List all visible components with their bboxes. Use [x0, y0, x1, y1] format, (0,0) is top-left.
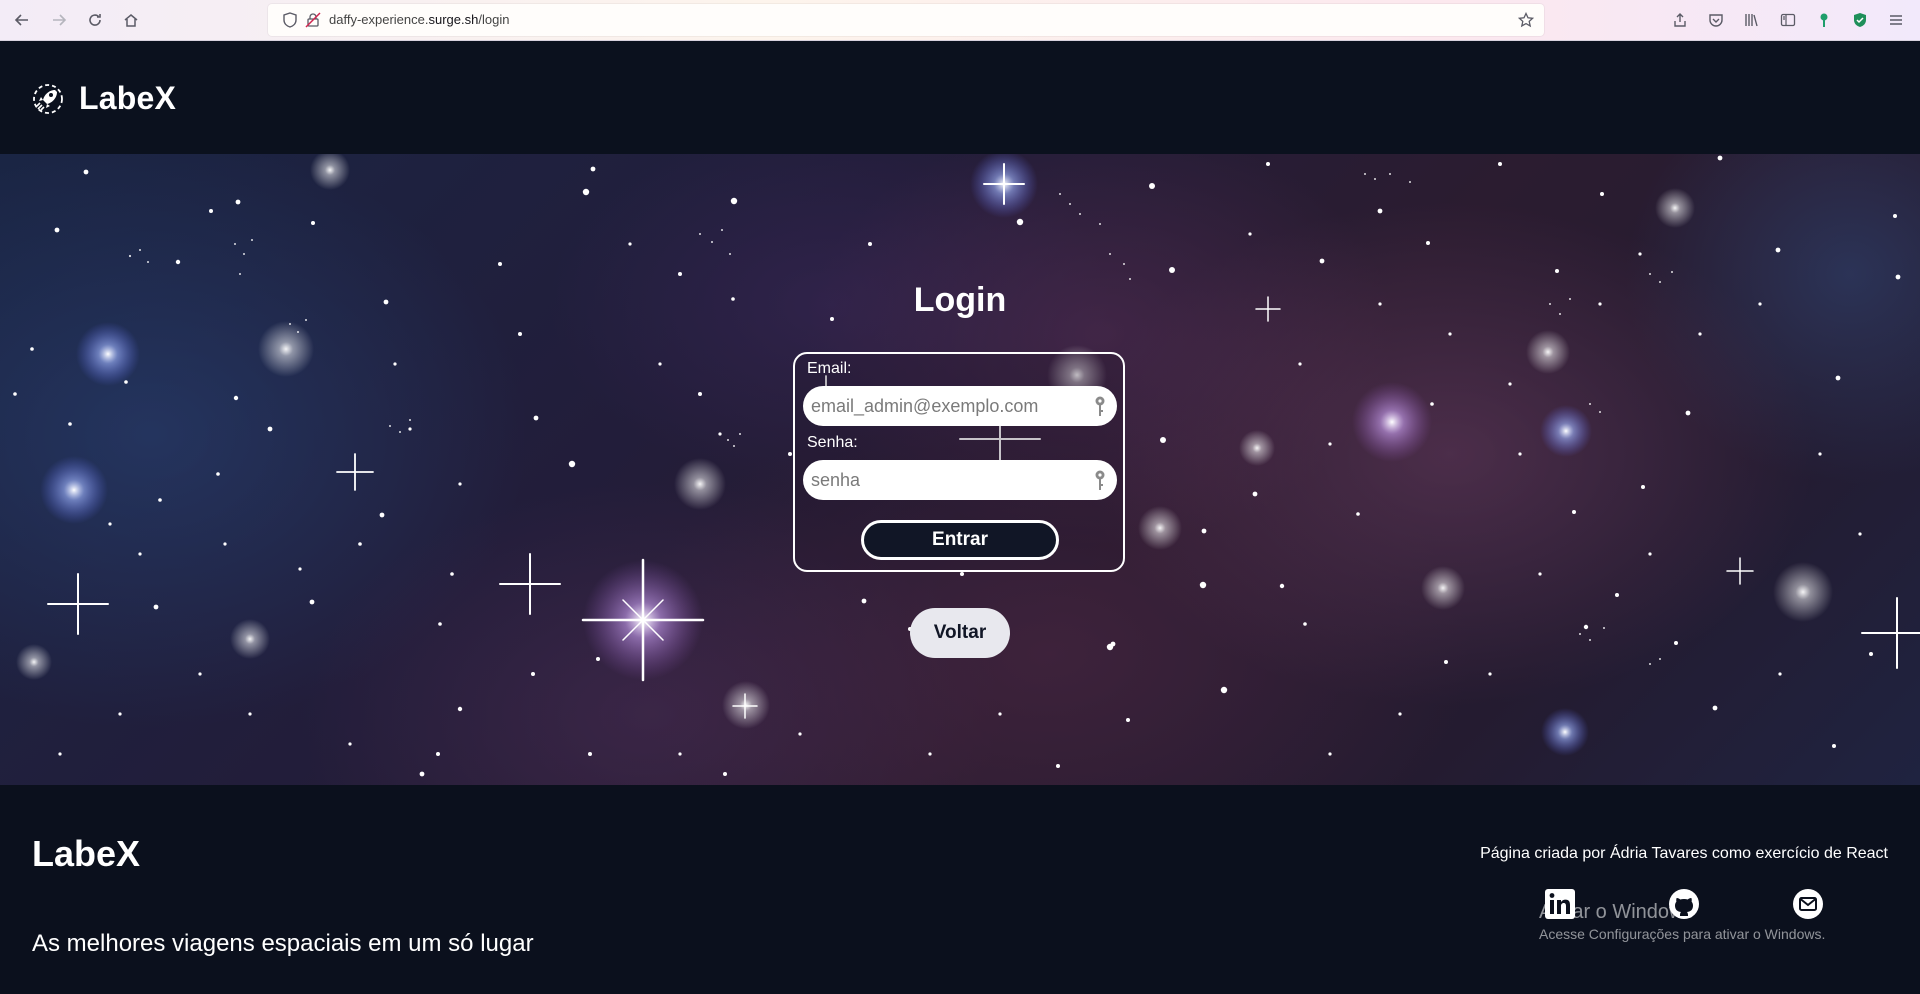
home-button[interactable] — [119, 8, 143, 32]
logo[interactable]: LabeX — [31, 80, 176, 117]
email-field[interactable] — [811, 386, 1081, 426]
url-host: surge.sh — [428, 12, 479, 27]
login-section: Login Email: Senha: Entrar Voltar — [0, 154, 1920, 785]
sidebar-button[interactable] — [1776, 8, 1800, 32]
reload-icon — [89, 14, 101, 26]
linkedin-icon — [1545, 889, 1575, 919]
url-path: /login — [478, 12, 510, 27]
share-icon — [1674, 13, 1686, 27]
sidebar-icon — [1780, 13, 1796, 27]
login-form: Email: Senha: Entrar — [793, 352, 1125, 572]
login-submit-button[interactable]: Entrar — [861, 520, 1059, 560]
password-field[interactable] — [811, 460, 1081, 500]
site-footer: LabeX As melhores viagens espaciais em u… — [0, 785, 1920, 994]
pin-extension-icon — [1820, 13, 1828, 27]
arrow-left-icon — [14, 14, 28, 26]
browser-toolbar: daffy-experience.surge.sh/login — [0, 0, 1920, 41]
hamburger-menu-icon — [1890, 15, 1902, 25]
url-text: daffy-experience.surge.sh/login — [329, 12, 509, 27]
menu-button[interactable] — [1884, 8, 1908, 32]
extension-button[interactable] — [1812, 8, 1836, 32]
adblock-extension-button[interactable] — [1848, 8, 1872, 32]
email-label: Email: — [807, 360, 852, 377]
password-label: Senha: — [807, 434, 858, 451]
site-header: LabeX — [0, 41, 1920, 154]
footer-credit: Página criada por Ádria Tavares como exe… — [1480, 845, 1888, 862]
key-icon — [1095, 396, 1105, 416]
logo-text: LabeX — [79, 80, 177, 116]
library-button[interactable] — [1740, 8, 1764, 32]
arrow-right-icon — [53, 14, 67, 26]
back-link-button[interactable]: Voltar — [910, 608, 1010, 658]
shield-icon — [283, 12, 297, 28]
bookmark-star-icon[interactable] — [1518, 12, 1534, 28]
library-icon — [1745, 14, 1758, 27]
pocket-button[interactable] — [1704, 8, 1728, 32]
back-button[interactable] — [10, 8, 34, 32]
login-title: Login — [913, 281, 1007, 319]
pocket-icon — [1709, 14, 1723, 27]
shield-check-icon — [1854, 13, 1866, 27]
key-icon — [1095, 470, 1105, 490]
forward-button[interactable] — [47, 8, 71, 32]
share-button[interactable] — [1668, 8, 1692, 32]
url-prefix: daffy-experience. — [329, 12, 429, 27]
email-field-wrapper — [803, 386, 1117, 426]
address-bar[interactable]: daffy-experience.surge.sh/login — [268, 4, 1544, 36]
email-link[interactable] — [1792, 888, 1824, 920]
linkedin-link[interactable] — [1544, 888, 1576, 920]
github-icon — [1669, 889, 1699, 919]
home-icon — [124, 14, 138, 27]
github-link[interactable] — [1668, 888, 1700, 920]
rocket-icon — [33, 83, 63, 114]
email-icon — [1793, 889, 1823, 919]
footer-slogan: As melhores viagens espaciais em um só l… — [32, 930, 534, 957]
reload-button[interactable] — [83, 8, 107, 32]
insecure-lock-icon — [305, 12, 321, 28]
watermark-subtitle: Acesse Configurações para ativar o Windo… — [1539, 926, 1826, 942]
footer-brand: LabeX — [32, 833, 141, 874]
password-field-wrapper — [803, 460, 1117, 500]
